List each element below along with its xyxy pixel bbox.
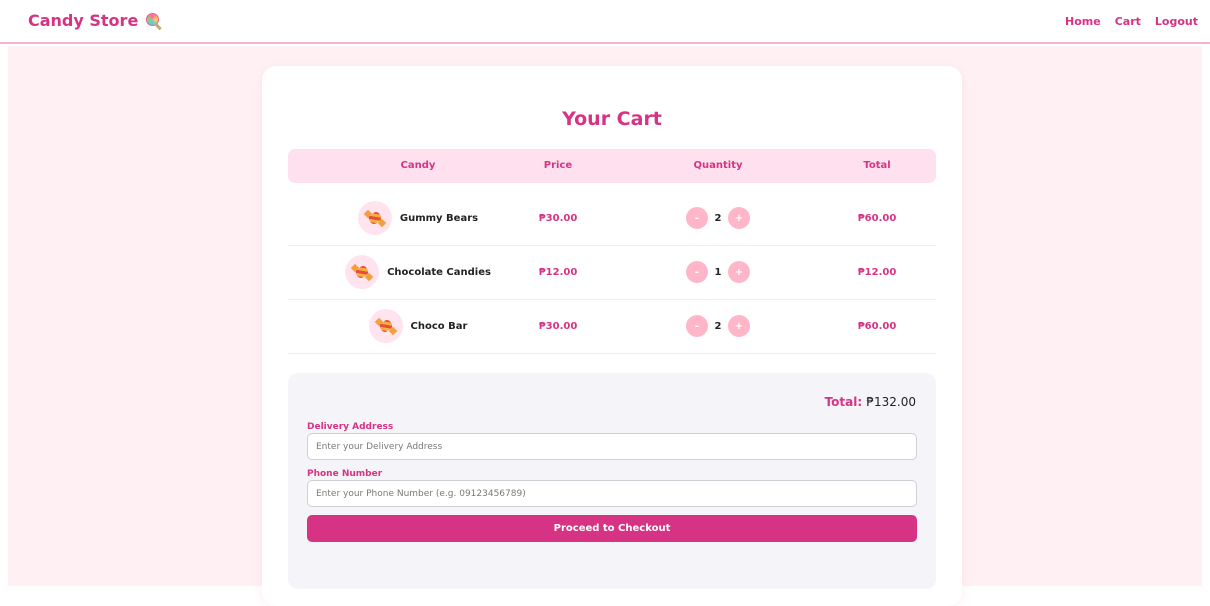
candy-icon bbox=[368, 309, 403, 343]
nav-logout-link[interactable]: Logout bbox=[1155, 15, 1198, 28]
quantity-value: 2 bbox=[714, 212, 722, 224]
candy-icon bbox=[345, 255, 380, 289]
cart-table-header: Candy Price Quantity Total bbox=[288, 149, 936, 183]
proceed-to-checkout-button[interactable]: Proceed to Checkout bbox=[307, 515, 917, 542]
quantity-stepper: - 1 + bbox=[686, 261, 750, 283]
nav-home-link[interactable]: Home bbox=[1065, 15, 1101, 28]
quantity-stepper: - 2 + bbox=[686, 207, 750, 229]
increment-button[interactable]: + bbox=[728, 315, 750, 337]
lollipop-icon bbox=[146, 12, 163, 30]
item-price: ₱30.00 bbox=[538, 320, 578, 332]
cart-row: Gummy Bears ₱30.00 - 2 + ₱60.00 bbox=[288, 191, 936, 246]
decrement-button[interactable]: - bbox=[686, 261, 708, 283]
cart-card: Your Cart Candy Price Quantity Total Gum… bbox=[262, 66, 962, 606]
decrement-button[interactable]: - bbox=[686, 207, 708, 229]
item-total: ₱60.00 bbox=[857, 320, 897, 332]
page-background: Your Cart Candy Price Quantity Total Gum… bbox=[8, 46, 1202, 606]
cart-total: Total: ₱132.00 bbox=[825, 395, 916, 409]
delivery-address-label: Delivery Address bbox=[307, 422, 394, 432]
candy-icon bbox=[357, 201, 392, 235]
quantity-value: 1 bbox=[714, 266, 722, 278]
total-label: Total: bbox=[824, 395, 863, 409]
item-price: ₱12.00 bbox=[538, 266, 578, 278]
quantity-value: 2 bbox=[714, 320, 722, 332]
brand[interactable]: Candy Store bbox=[28, 11, 163, 30]
increment-button[interactable]: + bbox=[728, 207, 750, 229]
nav-links: Home Cart Logout bbox=[1065, 15, 1198, 28]
item-total: ₱60.00 bbox=[857, 212, 897, 224]
candy-name: Gummy Bears bbox=[399, 212, 479, 224]
increment-button[interactable]: + bbox=[728, 261, 750, 283]
decrement-button[interactable]: - bbox=[686, 315, 708, 337]
candy-name: Chocolate Candies bbox=[387, 266, 491, 278]
column-header-price: Price bbox=[543, 160, 573, 171]
item-price: ₱30.00 bbox=[538, 212, 578, 224]
checkout-summary: Total: ₱132.00 Delivery Address Phone Nu… bbox=[288, 373, 936, 589]
top-navbar: Candy Store Home Cart Logout bbox=[0, 0, 1210, 44]
brand-name[interactable]: Candy Store bbox=[28, 11, 138, 30]
total-value: ₱132.00 bbox=[866, 395, 916, 409]
phone-number-input[interactable] bbox=[307, 480, 917, 507]
cart-row: Chocolate Candies ₱12.00 - 1 + ₱12.00 bbox=[288, 245, 936, 300]
quantity-stepper: - 2 + bbox=[686, 315, 750, 337]
phone-number-label: Phone Number bbox=[307, 469, 383, 479]
delivery-address-input[interactable] bbox=[307, 433, 917, 460]
nav-cart-link[interactable]: Cart bbox=[1115, 15, 1141, 28]
item-total: ₱12.00 bbox=[857, 266, 897, 278]
column-header-quantity: Quantity bbox=[693, 160, 743, 171]
cart-row: Choco Bar ₱30.00 - 2 + ₱60.00 bbox=[288, 299, 936, 354]
candy-name: Choco Bar bbox=[410, 320, 468, 332]
page-title: Your Cart bbox=[562, 108, 662, 130]
column-header-total: Total bbox=[863, 160, 891, 171]
